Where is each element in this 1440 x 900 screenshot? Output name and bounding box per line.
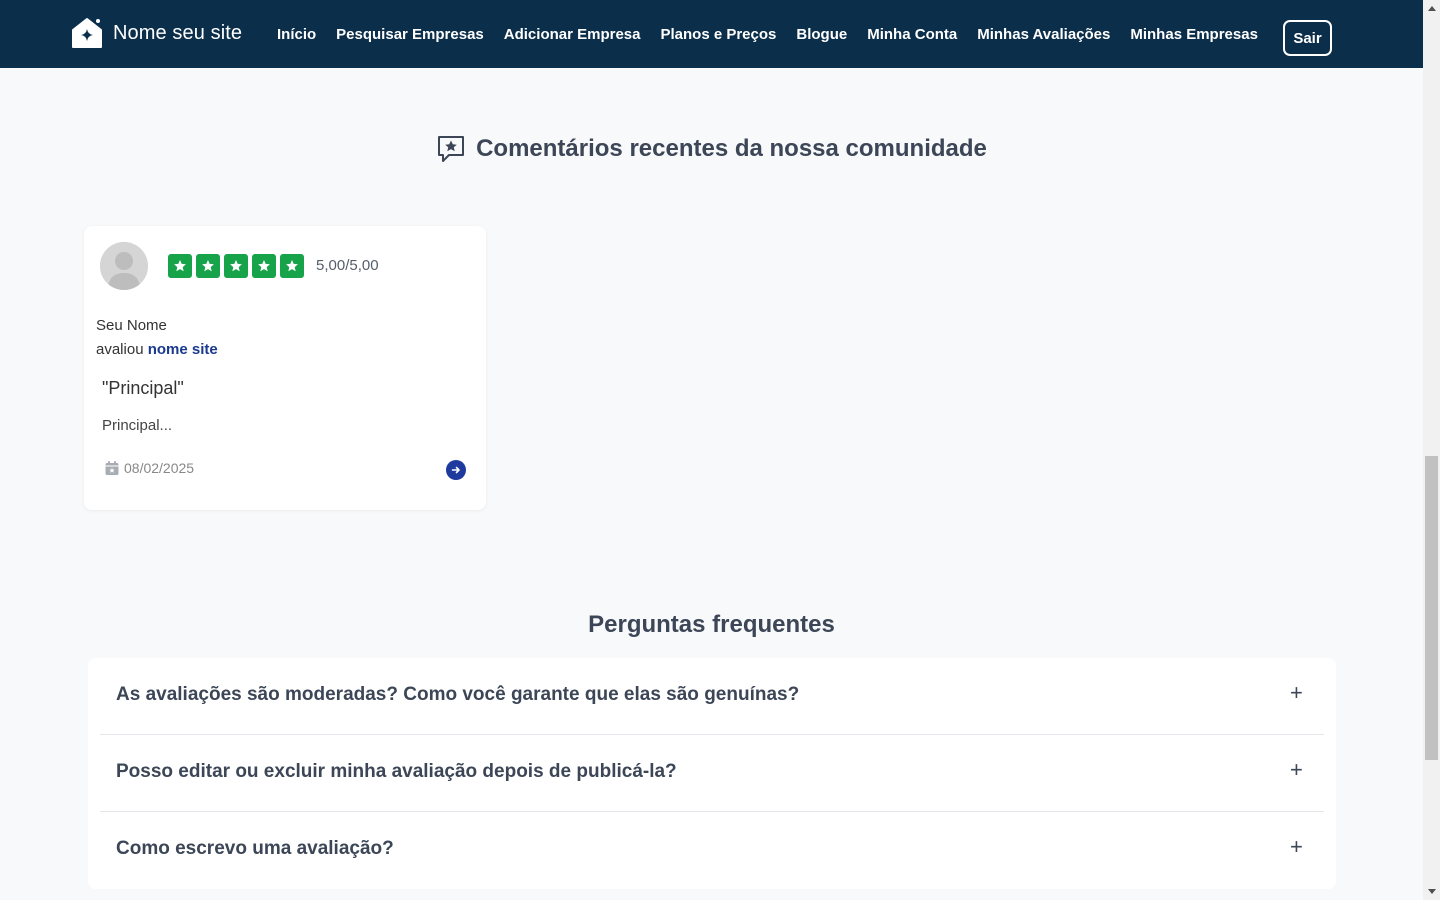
site-logo-icon xyxy=(72,18,102,48)
review-date-text: 08/02/2025 xyxy=(124,460,195,476)
star-icon xyxy=(280,254,304,278)
site-name: Nome seu site xyxy=(113,21,243,44)
reviewer-name: Seu Nome xyxy=(96,317,167,334)
star-icon xyxy=(168,254,192,278)
nav-adicionar-empresa[interactable]: Adicionar Empresa xyxy=(504,26,641,43)
rating-value: 5,00/5,00 xyxy=(316,257,379,274)
plus-icon[interactable]: + xyxy=(1290,836,1303,858)
nav-blogue[interactable]: Blogue xyxy=(796,26,847,43)
user-silhouette-icon xyxy=(100,242,148,290)
faq-accordion: As avaliações são moderadas? Como você g… xyxy=(88,658,1336,889)
recent-reviews-title: Comentários recentes da nossa comunidade xyxy=(476,135,987,162)
star-icon xyxy=(224,254,248,278)
star-icon xyxy=(252,254,276,278)
faq-title: Perguntas frequentes xyxy=(588,611,835,638)
faq-question: As avaliações são moderadas? Como você g… xyxy=(116,684,800,705)
read-review-button[interactable] xyxy=(446,460,466,480)
reviewed-prefix: avaliou xyxy=(96,341,144,358)
faq-question: Posso editar ou excluir minha avaliação … xyxy=(116,761,677,782)
faq-question: Como escrevo uma avaliação? xyxy=(116,838,394,859)
star-icon xyxy=(196,254,220,278)
nav-pesquisar-empresas[interactable]: Pesquisar Empresas xyxy=(336,26,484,43)
site-brand[interactable]: Nome seu site xyxy=(71,17,242,49)
faq-item[interactable]: As avaliações são moderadas? Como você g… xyxy=(100,658,1324,735)
avatar xyxy=(100,242,148,290)
arrow-right-icon xyxy=(451,466,460,474)
review-card: 5,00/5,00 Seu Nome avaliou nome site "Pr… xyxy=(84,226,486,510)
nav-minhas-empresas[interactable]: Minhas Empresas xyxy=(1130,26,1258,43)
faq-item[interactable]: Como escrevo uma avaliação? + xyxy=(100,812,1324,889)
faq-item[interactable]: Posso editar ou excluir minha avaliação … xyxy=(100,735,1324,812)
page: Nome seu site Início Pesquisar Empresas … xyxy=(0,0,1423,900)
review-title: "Principal" xyxy=(102,378,184,398)
recent-reviews-heading: Comentários recentes da nossa comunidade xyxy=(0,134,1423,164)
reviewed-line: avaliou nome site xyxy=(96,341,218,358)
plus-icon[interactable]: + xyxy=(1290,682,1303,704)
review-excerpt: Principal... xyxy=(102,417,173,434)
scrollbar-thumb[interactable] xyxy=(1425,456,1438,760)
logout-button[interactable]: Sair xyxy=(1283,20,1332,56)
scroll-down-arrow-icon[interactable] xyxy=(1423,883,1440,900)
star-rating xyxy=(168,254,308,278)
nav-minha-conta[interactable]: Minha Conta xyxy=(867,26,957,43)
nav-inicio[interactable]: Início xyxy=(277,26,316,43)
calendar-icon xyxy=(105,461,119,475)
reviewed-business-link[interactable]: nome site xyxy=(148,341,218,358)
vertical-scrollbar[interactable] xyxy=(1423,0,1440,900)
nav-planos-e-precos[interactable]: Planos e Preços xyxy=(660,26,776,43)
nav-minhas-avaliacoes[interactable]: Minhas Avaliações xyxy=(977,26,1110,43)
scroll-up-arrow-icon[interactable] xyxy=(1423,0,1440,17)
plus-icon[interactable]: + xyxy=(1290,759,1303,781)
review-date: 08/02/2025 xyxy=(104,460,194,476)
review-star-icon xyxy=(438,136,465,162)
top-navbar: Nome seu site Início Pesquisar Empresas … xyxy=(0,0,1423,68)
main-nav: Início Pesquisar Empresas Adicionar Empr… xyxy=(277,0,1278,68)
